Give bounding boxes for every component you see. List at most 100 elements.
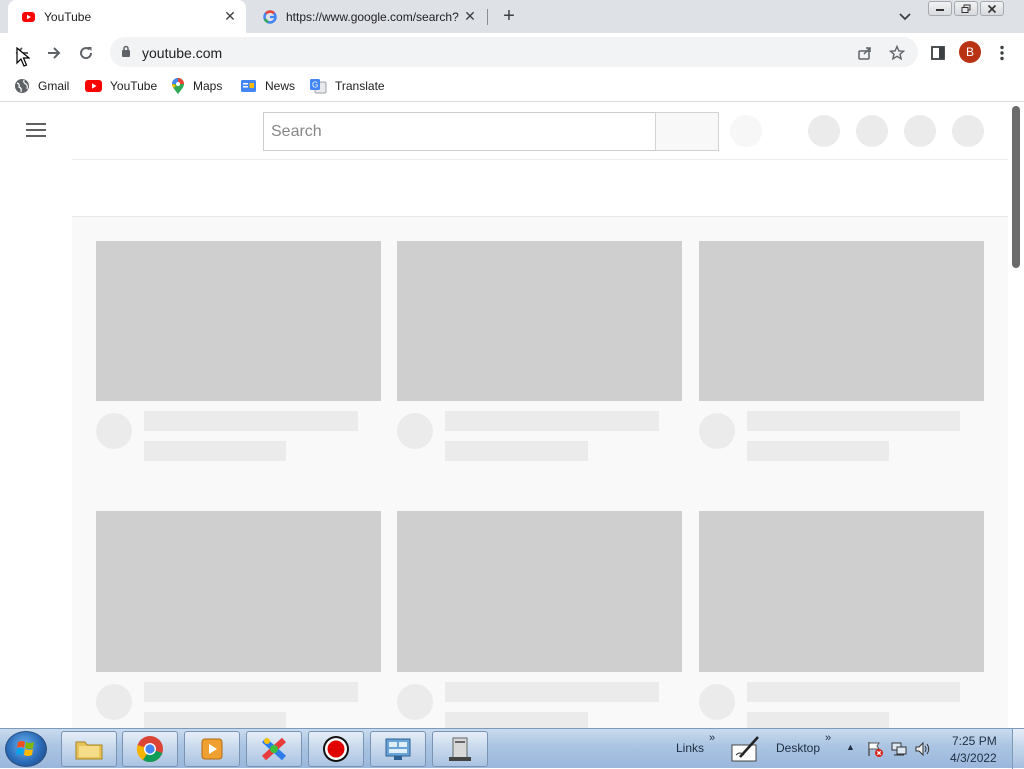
reload-icon[interactable]: [74, 41, 98, 65]
tab-search-chevron-icon[interactable]: [895, 7, 915, 27]
window-controls: [928, 1, 1004, 16]
meta-placeholder: [144, 441, 286, 461]
header-icon-placeholder: [952, 115, 984, 147]
network-icon[interactable]: [890, 740, 908, 758]
bookmark-news[interactable]: News: [240, 76, 295, 96]
header-icon-placeholder: [808, 115, 840, 147]
address-bar[interactable]: youtube.com: [110, 37, 918, 67]
profile-avatar[interactable]: B: [959, 41, 981, 63]
record-button-icon[interactable]: [308, 731, 364, 767]
search-button[interactable]: [655, 112, 719, 151]
chips-bar-placeholder: [72, 159, 1008, 217]
bookmark-youtube[interactable]: YouTube: [85, 76, 157, 96]
menu-hamburger-icon[interactable]: [26, 123, 46, 139]
search-input[interactable]: Search: [263, 112, 656, 151]
title-placeholder: [747, 411, 960, 431]
action-center-flag-icon[interactable]: [866, 740, 884, 758]
channel-avatar-placeholder: [96, 684, 132, 720]
video-grid-skeleton: [72, 217, 1008, 728]
youtube-favicon-icon: [20, 9, 36, 25]
lock-icon[interactable]: [121, 45, 131, 60]
svg-text:G: G: [312, 81, 318, 90]
pen-tablet-icon[interactable]: [730, 733, 762, 765]
channel-avatar-placeholder: [397, 684, 433, 720]
tab-separator: [487, 9, 488, 25]
tab-google-search[interactable]: https://www.google.com/search? ✕: [250, 0, 486, 33]
close-tab-icon[interactable]: ✕: [460, 7, 480, 27]
desktop-toolbar-label[interactable]: Desktop: [776, 741, 820, 755]
video-thumbnail-placeholder: [96, 511, 381, 672]
colorful-app-icon[interactable]: [246, 731, 302, 767]
channel-avatar-placeholder: [96, 413, 132, 449]
video-thumbnail-placeholder: [397, 511, 682, 672]
chevron-expand-icon[interactable]: »: [709, 732, 715, 744]
meta-placeholder: [747, 441, 889, 461]
chevron-expand-icon[interactable]: »: [825, 732, 831, 744]
bookmark-label: YouTube: [110, 79, 158, 93]
bookmark-gmail[interactable]: Gmail: [14, 76, 69, 96]
file-explorer-icon[interactable]: [61, 731, 117, 767]
meta-placeholder: [747, 712, 889, 728]
youtube-page: Search: [0, 102, 1024, 728]
start-button-windows-icon[interactable]: [5, 731, 47, 767]
side-panel-icon[interactable]: [926, 41, 950, 65]
google-favicon-icon: [262, 9, 278, 25]
video-thumbnail-placeholder: [96, 241, 381, 401]
title-placeholder: [445, 682, 659, 702]
meta-placeholder: [144, 712, 286, 728]
show-hidden-icons-icon[interactable]: ▲: [846, 742, 855, 752]
minimize-button[interactable]: [928, 1, 952, 16]
mouse-pointer-icon: [16, 46, 31, 67]
bookmark-label: Maps: [193, 79, 223, 93]
google-news-icon: [241, 80, 256, 92]
bookmark-maps[interactable]: Maps: [171, 76, 222, 96]
links-toolbar-label[interactable]: Links: [676, 741, 704, 755]
chrome-icon[interactable]: [122, 731, 178, 767]
show-desktop-button[interactable]: [1012, 729, 1024, 769]
globe-icon: [15, 79, 29, 93]
volume-icon[interactable]: [914, 740, 932, 758]
google-translate-icon: G: [310, 79, 327, 94]
media-player-icon[interactable]: [184, 731, 240, 767]
bookmark-star-icon[interactable]: [888, 44, 906, 62]
tab-title: YouTube: [44, 9, 92, 24]
voice-search-placeholder: [730, 115, 762, 147]
new-tab-button[interactable]: +: [498, 5, 520, 27]
share-icon[interactable]: [856, 44, 874, 62]
youtube-icon: [85, 80, 102, 92]
channel-avatar-placeholder: [699, 684, 735, 720]
title-placeholder: [144, 682, 358, 702]
bookmarks-bar: Gmail YouTube Maps News G Translate: [0, 71, 1024, 102]
browser-toolbar: youtube.com B: [0, 33, 1024, 71]
clock-time[interactable]: 7:25 PM: [952, 734, 997, 748]
restore-button[interactable]: [954, 1, 978, 16]
library-icon[interactable]: [432, 731, 488, 767]
bookmark-label: Translate: [335, 79, 385, 93]
title-placeholder: [747, 682, 960, 702]
video-thumbnail-placeholder: [699, 241, 984, 401]
header-icon-placeholder: [856, 115, 888, 147]
page-scrollbar-thumb[interactable]: [1012, 106, 1020, 268]
bookmark-label: News: [265, 79, 296, 93]
tab-title: https://www.google.com/search?: [286, 9, 459, 24]
control-panel-icon[interactable]: [370, 731, 426, 767]
maps-pin-icon: [172, 77, 184, 94]
video-thumbnail-placeholder: [699, 511, 984, 672]
forward-arrow-icon[interactable]: [42, 41, 66, 65]
close-window-button[interactable]: [980, 1, 1004, 16]
bookmark-label: Gmail: [38, 79, 70, 93]
close-tab-icon[interactable]: ✕: [220, 7, 240, 27]
bookmark-translate[interactable]: G Translate: [309, 76, 385, 96]
more-menu-icon[interactable]: [990, 41, 1014, 65]
title-placeholder: [445, 411, 659, 431]
meta-placeholder: [445, 712, 588, 728]
clock-date[interactable]: 4/3/2022: [950, 751, 997, 765]
tab-youtube[interactable]: YouTube ✕: [8, 0, 246, 33]
video-thumbnail-placeholder: [397, 241, 682, 401]
tab-strip: YouTube ✕ https://www.google.com/search?…: [0, 0, 1024, 33]
meta-placeholder: [445, 441, 588, 461]
channel-avatar-placeholder: [397, 413, 433, 449]
windows-taskbar: Links » Desktop » ▲ 7:25 PM 4/3/2022: [0, 728, 1024, 769]
url-text: youtube.com: [142, 45, 223, 61]
channel-avatar-placeholder: [699, 413, 735, 449]
